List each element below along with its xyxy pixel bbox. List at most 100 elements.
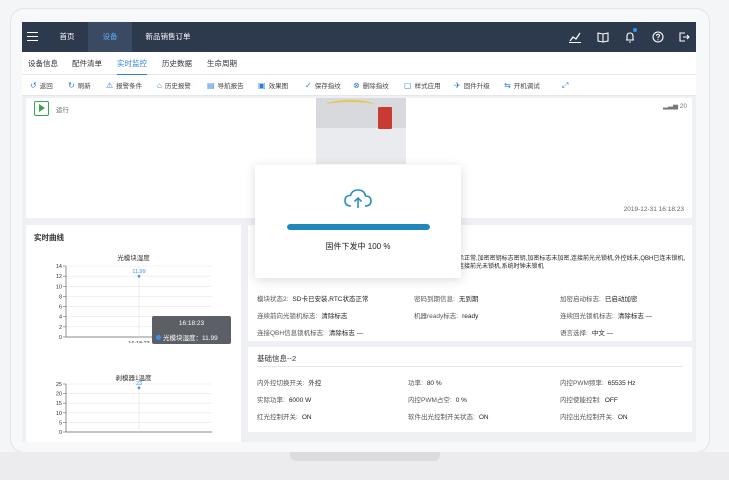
y-tick-label: 10 <box>56 411 62 417</box>
info-value: 80 % <box>426 380 442 387</box>
device-cable <box>326 100 374 110</box>
warning-icon: ⚠ <box>106 81 114 90</box>
signal-icon: ▂▃▅ <box>662 103 680 110</box>
firmware-upgrade-label: 固件升级 <box>463 83 490 90</box>
info-key: 内控PWM占空: <box>408 397 452 404</box>
save-fingerprint-button[interactable]: ✓ 保存指纹 <box>305 75 341 96</box>
y-tick-label: 2 <box>59 325 62 331</box>
tab-device-info[interactable]: 设备信息 <box>28 52 58 75</box>
back-icon: ↺ <box>30 81 37 90</box>
basic-info-panel-2: 基础信息--2 内外控切换开关: 外控 功率: 80 % 内控PWM频率: 65535 H… <box>248 347 692 432</box>
data-label: 11.99 <box>132 269 145 275</box>
data-point <box>137 274 141 278</box>
info-key: 模块状态2: <box>257 296 289 303</box>
stripper-temp-chart: 0 5 10 15 20 25 23 <box>56 381 212 436</box>
tooltip-time: 16:18:23 <box>178 320 205 327</box>
app-screen: 首页 设备 新品销售订单 设备信息 配件清单 实时监控 历史数据 生命周期 ↺ 返… <box>22 22 696 442</box>
info-field: 内控PWM频率: 65535 Hz <box>560 377 636 387</box>
info-field: 内控PWM占空: 0 % <box>408 394 467 404</box>
info-key: 语言选择: <box>560 330 588 337</box>
info-value: 中文 — <box>591 330 614 337</box>
info-field: 实际功率: 6000 W <box>257 394 311 404</box>
run-status-label: 运行 <box>56 107 69 114</box>
info-field: 语言选择: 中文 — <box>560 327 613 337</box>
device-tabs: 设备信息 配件清单 实时监控 历史数据 生命周期 <box>22 52 696 75</box>
notification-dot <box>633 28 637 32</box>
book-icon[interactable] <box>596 30 610 44</box>
y-tick-label: 5 <box>59 420 62 426</box>
expand-button[interactable]: ⤢ <box>562 75 571 96</box>
info-field: 模块状态2: SD卡已安装,RTC状态正常 <box>257 293 369 303</box>
info-field: 内控使能控制: OFF <box>560 394 618 404</box>
delete-fingerprint-button[interactable]: ⊗ 删除指纹 <box>353 75 389 96</box>
style-apply-button[interactable]: ▢ 样式应用 <box>404 75 441 96</box>
info-key: 密码到期信息: <box>414 296 455 303</box>
apply-icon: ▢ <box>404 81 412 90</box>
info-key: 连续前向光锁机标志: <box>257 313 318 320</box>
info-value: SD卡已安装,RTC状态正常 <box>292 296 369 303</box>
bell-icon[interactable] <box>623 30 637 44</box>
laser-device-image <box>316 98 406 164</box>
info-value: 65535 Hz <box>607 380 636 387</box>
chart-tooltip: 16:18:23 光模块湿度：11.99 <box>152 316 231 344</box>
refresh-label: 刷新 <box>77 83 91 90</box>
back-button[interactable]: ↺ 返回 <box>30 75 53 96</box>
tab-history-data[interactable]: 历史数据 <box>162 52 192 75</box>
nav-report-button[interactable]: ▤ 导航报告 <box>207 75 244 96</box>
y-tick-label: 8 <box>59 294 62 300</box>
info-key: 红光控制开关: <box>257 414 298 421</box>
info-value: ON <box>478 414 489 421</box>
info-value: OFF <box>604 397 618 404</box>
y-tick-label: 0 <box>59 335 62 341</box>
tab-parts-list[interactable]: 配件清单 <box>72 52 102 75</box>
y-tick-label: 12 <box>56 274 62 280</box>
nav-device[interactable]: 设备 <box>88 22 132 52</box>
save-fingerprint-label: 保存指纹 <box>314 83 341 90</box>
trash-icon: ⌂ <box>157 81 162 90</box>
save-icon: ✓ <box>305 81 312 90</box>
tab-realtime-monitor[interactable]: 实时监控 <box>117 52 147 75</box>
help-icon[interactable] <box>651 30 665 44</box>
tooltip-value: 光模块湿度：11.99 <box>163 335 218 342</box>
y-tick-label: 25 <box>56 382 62 388</box>
nav-home[interactable]: 首页 <box>52 22 82 52</box>
refresh-button[interactable]: ↻ 刷新 <box>68 75 91 96</box>
upload-status-text: 固件下发中 100 % <box>325 242 391 251</box>
nav-new-sales-order[interactable]: 新品销售订单 <box>140 22 196 52</box>
play-icon[interactable] <box>34 101 49 116</box>
info-field: 连续前向光锁机标志: 清除标志 <box>257 310 347 320</box>
status-timestamp: 2019-12-31 16:18:23 <box>623 206 684 213</box>
info-value: 外控 <box>308 380 322 387</box>
series-dot <box>156 335 161 340</box>
chart-line-icon[interactable] <box>568 30 582 44</box>
history-alarm-button[interactable]: ⌂ 历史报警 <box>157 75 191 96</box>
info2-title: 基础信息--2 <box>257 354 297 363</box>
menu-icon[interactable] <box>27 32 38 41</box>
info-key: 内外控切换开关: <box>257 380 305 387</box>
cloud-upload-icon <box>344 189 372 208</box>
info-field: 软件出光控制开关状态: ON <box>408 411 489 421</box>
firmware-upgrade-button[interactable]: ✈ 固件升级 <box>454 75 490 96</box>
tooltip-row: 光模块湿度：11.99 <box>156 332 218 342</box>
info-field: 内外控切换开关: 外控 <box>257 377 321 387</box>
info-field: 连接QBH信息锁机标志: 清除标志 — <box>257 327 363 337</box>
info2-divider <box>257 366 683 367</box>
info-field: 连续回光锁机标志: 清除标志 — <box>560 310 652 320</box>
top-nav-bar: 首页 设备 新品销售订单 <box>22 22 696 52</box>
report-icon: ▤ <box>207 81 215 90</box>
delete-icon: ⊗ <box>353 81 360 90</box>
alarm-condition-button[interactable]: ⚠ 报警条件 <box>106 75 142 96</box>
info-key: 机器ready标志: <box>414 313 459 320</box>
info-value: 清除标志 — <box>328 330 364 337</box>
info-value: ready <box>462 313 479 320</box>
info-value: 6000 W <box>288 397 312 404</box>
boot-debug-button[interactable]: ⇆ 开机调试 <box>504 75 540 96</box>
refresh-icon: ↻ <box>68 81 75 90</box>
tab-lifecycle[interactable]: 生命周期 <box>207 52 237 75</box>
info-field: 红光控制开关: ON <box>257 411 312 421</box>
laptop-notch <box>290 452 440 461</box>
logout-icon[interactable] <box>677 30 691 44</box>
info-key: 功率: <box>408 380 423 387</box>
info-key: 连续回光锁机标志: <box>560 313 614 320</box>
effect-image-button[interactable]: ▣ 效果图 <box>258 75 288 96</box>
